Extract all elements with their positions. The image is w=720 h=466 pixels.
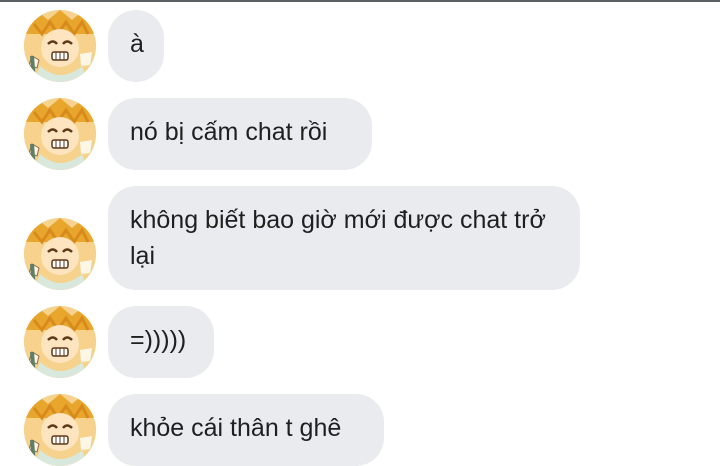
message-row: khỏe cái thân t ghê: [0, 394, 720, 466]
message-text: nó bị cấm chat rồi: [130, 118, 328, 146]
message-text: khỏe cái thân t ghê: [130, 414, 342, 442]
top-divider: [0, 0, 720, 2]
anime-boy-avatar-icon[interactable]: [24, 10, 96, 82]
message-row: à: [0, 10, 720, 82]
message-row: =))))): [0, 306, 720, 378]
message-row: nó bị cấm chat rồi: [0, 98, 720, 170]
anime-boy-avatar-icon[interactable]: [24, 218, 96, 290]
message-bubble[interactable]: à: [108, 10, 164, 82]
anime-boy-avatar-icon[interactable]: [24, 394, 96, 466]
message-text: không biết bao giờ mới được chat trở lại: [130, 206, 546, 270]
message-bubble[interactable]: nó bị cấm chat rồi: [108, 98, 372, 170]
message-text: =))))): [130, 326, 187, 354]
message-bubble[interactable]: =))))): [108, 306, 214, 378]
message-bubble[interactable]: khỏe cái thân t ghê: [108, 394, 384, 466]
anime-boy-avatar-icon[interactable]: [24, 306, 96, 378]
message-text: à: [130, 30, 144, 58]
anime-boy-avatar-icon[interactable]: [24, 98, 96, 170]
message-bubble[interactable]: không biết bao giờ mới được chat trở lại: [108, 186, 580, 290]
message-row: không biết bao giờ mới được chat trở lại: [0, 186, 720, 290]
